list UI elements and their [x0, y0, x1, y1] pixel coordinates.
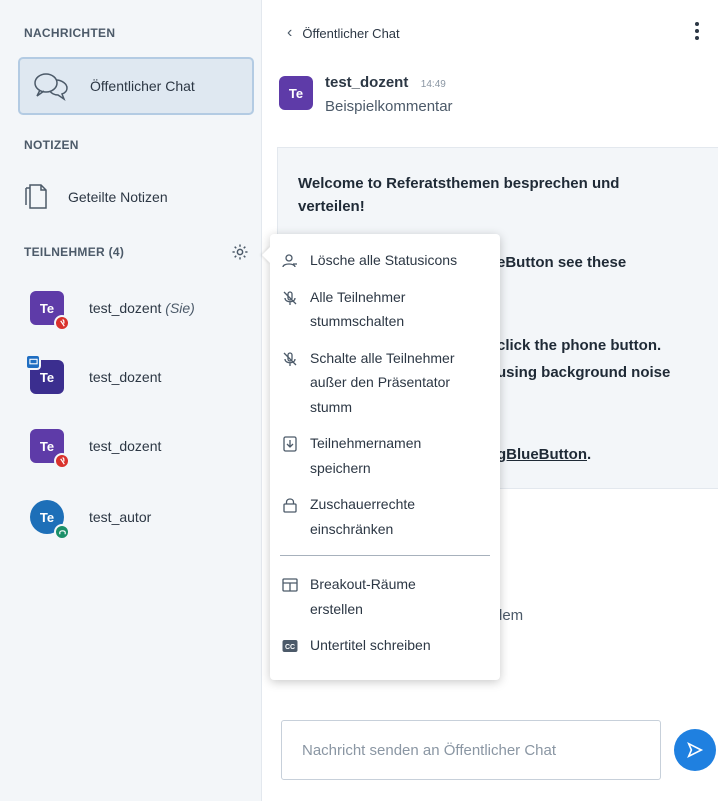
menu-item-label-line: Zuschauerrechte: [310, 496, 416, 512]
participant-name-text: test_dozent: [89, 300, 162, 316]
send-button[interactable]: [674, 729, 716, 771]
user-clear-icon: [280, 251, 300, 271]
menu-item-label: Teilnehmernamen speichern: [310, 431, 421, 480]
menu-item-label: Breakout-Räume erstellen: [310, 572, 416, 621]
participant-self-suffix: (Sie): [165, 300, 195, 316]
welcome-fragment-tail: .: [586, 446, 592, 463]
bigbluebutton-link[interactable]: gBlueButton: [497, 446, 587, 463]
message-composer[interactable]: [281, 720, 661, 780]
avatar-initials: Te: [39, 509, 55, 525]
menu-item-label-line: stumm: [310, 398, 352, 415]
welcome-fragment: using background noise: [497, 364, 671, 381]
participant-name: test_dozent (Sie): [89, 300, 195, 316]
menu-item-mute-all[interactable]: Alle Teilnehmer stummschalten: [270, 279, 500, 340]
closed-caption-icon: CC: [280, 636, 300, 656]
svg-text:CC: CC: [285, 644, 295, 651]
avatar: Te: [25, 354, 64, 394]
avatar-initials: Te: [39, 300, 55, 316]
menu-item-write-captions[interactable]: CC Untertitel schreiben: [270, 627, 500, 664]
download-icon: [280, 434, 300, 454]
avatar: Te: [30, 291, 70, 331]
message-body: test_dozent 14:49 Beispielkommentar: [325, 74, 453, 115]
mute-except-icon: [280, 349, 300, 369]
muted-microphone-icon: [54, 453, 70, 469]
message-text: Beispielkommentar: [325, 98, 453, 115]
menu-item-label-line: stummschalten: [310, 313, 405, 329]
menu-divider: [280, 555, 490, 556]
chat-message: Te test_dozent 14:49 Beispielkommentar: [279, 74, 453, 115]
menu-item-label-line: Lösche alle Statusicons: [310, 252, 458, 268]
public-chat-item[interactable]: Öffentlicher Chat: [18, 57, 254, 115]
messages-section-label: NACHRICHTEN: [24, 26, 116, 40]
participants-options-menu: Lösche alle Statusicons Alle Teilnehmer …: [262, 234, 500, 680]
menu-item-label: Schalte alle Teilnehmer außer den Präsen…: [310, 346, 455, 420]
menu-item-label-line: Teilnehmernamen: [310, 435, 422, 451]
participant-row[interactable]: Te test_dozent: [25, 353, 255, 401]
participant-row[interactable]: Te test_autor: [30, 493, 255, 541]
chat-title: Öffentlicher Chat: [302, 25, 400, 41]
avatar: Te: [30, 429, 70, 469]
message-input[interactable]: [302, 741, 660, 759]
notes-section-label: NOTIZEN: [24, 138, 79, 152]
participants-section-label: TEILNEHMER (4): [24, 245, 125, 259]
more-options-icon[interactable]: [692, 20, 702, 42]
menu-item-create-breakout[interactable]: Breakout-Räume erstellen: [270, 566, 500, 627]
menu-item-label-line: Schalte alle Teilnehmer: [310, 349, 455, 366]
participant-row[interactable]: Te test_dozent: [30, 422, 255, 470]
welcome-line: verteilen!: [298, 198, 365, 216]
presenter-icon: [25, 354, 41, 370]
shared-notes-item[interactable]: Geteilte Notizen: [24, 172, 254, 222]
participant-row[interactable]: Te test_dozent (Sie): [30, 284, 255, 332]
shared-notes-label: Geteilte Notizen: [68, 189, 168, 205]
welcome-fragment: eButton see these: [497, 254, 627, 271]
avatar: Te: [279, 76, 313, 110]
avatar-initials: Te: [39, 438, 55, 454]
muted-microphone-icon: [54, 315, 70, 331]
send-icon: [687, 741, 704, 759]
menu-item-label-line: speichern: [310, 459, 371, 476]
breakout-icon: [280, 575, 300, 595]
message-author: test_dozent: [325, 74, 409, 91]
mute-icon: [280, 288, 300, 308]
document-icon: [24, 180, 48, 215]
welcome-fragment: click the phone button.: [497, 337, 662, 354]
sidebar: NACHRICHTEN Öffentlicher Chat NOTIZEN Ge…: [0, 0, 262, 801]
chevron-left-icon[interactable]: ‹: [287, 24, 292, 42]
menu-item-label-line: einschränken: [310, 520, 394, 537]
menu-item-label-line: Untertitel schreiben: [310, 637, 431, 653]
welcome-fragment: gBlueButton.: [497, 446, 591, 463]
participant-name: test_dozent: [89, 369, 162, 385]
lock-icon: [280, 495, 300, 515]
menu-item-label-line: Breakout-Räume: [310, 576, 416, 592]
headphones-icon: [54, 524, 70, 540]
public-chat-label: Öffentlicher Chat: [90, 78, 195, 94]
gear-icon[interactable]: [230, 242, 250, 262]
participant-name: test_dozent: [89, 438, 162, 454]
menu-item-save-names[interactable]: Teilnehmernamen speichern: [270, 425, 500, 486]
menu-item-label-line: außer den Präsentator: [310, 374, 451, 390]
chat-bubbles-icon: [32, 71, 78, 101]
menu-item-label-line: erstellen: [310, 600, 363, 617]
partial-message-text: lem: [499, 607, 524, 624]
menu-item-label-line: Alle Teilnehmer: [310, 288, 406, 305]
participant-name: test_autor: [89, 509, 152, 525]
menu-item-label: Zuschauerrechte einschränken: [310, 492, 415, 541]
menu-item-mute-except-presenter[interactable]: Schalte alle Teilnehmer außer den Präsen…: [270, 340, 500, 426]
message-time: 14:49: [420, 79, 446, 90]
menu-item-label: Lösche alle Statusicons: [310, 248, 457, 273]
avatar-initials: Te: [288, 85, 304, 101]
avatar: Te: [30, 500, 70, 540]
avatar-initials: Te: [39, 369, 55, 385]
menu-item-clear-status[interactable]: Lösche alle Statusicons: [270, 242, 500, 279]
welcome-line: Welcome to Referatsthemen besprechen und: [298, 175, 620, 192]
chat-header[interactable]: ‹ Öffentlicher Chat: [287, 22, 400, 44]
menu-item-label: Untertitel schreiben: [310, 633, 431, 658]
menu-item-restrict-viewers[interactable]: Zuschauerrechte einschränken: [270, 486, 500, 547]
menu-item-label: Alle Teilnehmer stummschalten: [310, 285, 405, 334]
